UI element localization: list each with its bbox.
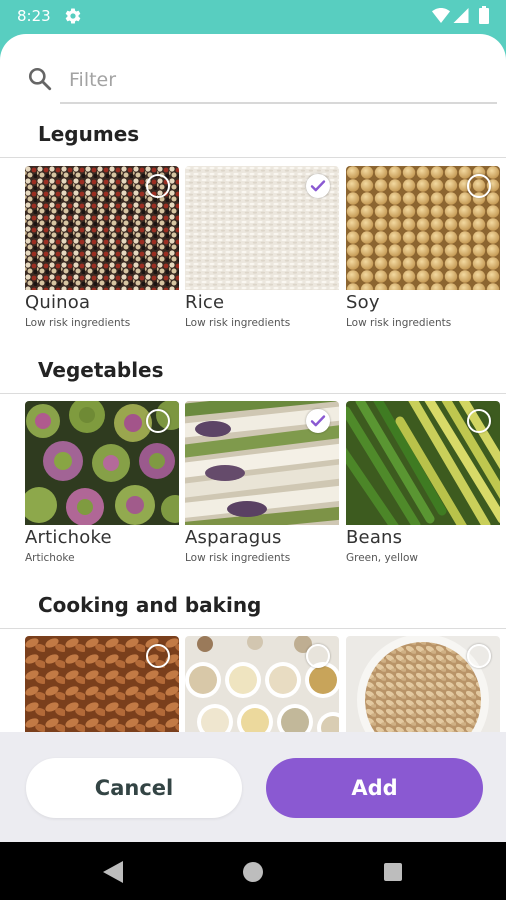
card-artichoke[interactable]: Artichoke Artichoke <box>25 401 179 596</box>
bottom-sheet: Legumes Quinoa Low risk ingre <box>0 34 506 842</box>
divider <box>0 157 506 158</box>
check-icon <box>310 415 326 427</box>
card-title: Soy <box>346 292 380 313</box>
status-time: 8:23 <box>17 7 51 25</box>
card-title: Artichoke <box>25 527 112 548</box>
card-asparagus[interactable]: Asparagus Low risk ingredients <box>185 401 339 596</box>
select-checkbox[interactable] <box>146 409 170 433</box>
card-subtitle: Low risk ingredients <box>185 317 291 329</box>
select-checkbox[interactable] <box>467 174 491 198</box>
gear-icon <box>65 8 81 24</box>
wifi-icon <box>432 8 450 23</box>
card-quinoa[interactable]: Quinoa Low risk ingredients <box>25 166 179 361</box>
search-input[interactable] <box>60 58 497 104</box>
cancel-button[interactable]: Cancel <box>26 758 242 818</box>
section-title-legumes: Legumes <box>38 122 140 146</box>
section-title-cooking-and-baking: Cooking and baking <box>38 593 262 617</box>
recents-icon[interactable] <box>384 863 402 881</box>
card-subtitle: Low risk ingredients <box>346 317 452 329</box>
card-subtitle: Low risk ingredients <box>25 317 131 329</box>
select-checkbox[interactable] <box>467 644 491 668</box>
card-title: Asparagus <box>185 527 282 548</box>
divider <box>0 628 506 629</box>
select-checkbox[interactable] <box>306 644 330 668</box>
navigation-bar <box>0 842 506 900</box>
signal-icon <box>453 8 469 23</box>
card-title: Quinoa <box>25 292 91 313</box>
action-bar: Cancel Add <box>0 732 506 842</box>
section-title-vegetables: Vegetables <box>38 358 164 382</box>
search-icon <box>28 67 52 91</box>
status-bar: 8:23 <box>0 0 506 34</box>
card-beans[interactable]: Beans Green, yellow <box>346 401 500 596</box>
divider <box>0 393 506 394</box>
select-checkbox[interactable] <box>146 644 170 668</box>
card-soy[interactable]: Soy Low risk ingredients <box>346 166 500 361</box>
select-checkbox[interactable] <box>146 174 170 198</box>
back-icon[interactable] <box>103 861 123 883</box>
home-icon[interactable] <box>243 862 263 882</box>
card-subtitle: Green, yellow <box>346 552 418 564</box>
battery-icon <box>479 6 489 24</box>
add-button[interactable]: Add <box>266 758 483 818</box>
select-checkbox[interactable] <box>467 409 491 433</box>
card-subtitle: Artichoke <box>25 552 75 564</box>
check-icon <box>310 180 326 192</box>
select-checkbox[interactable] <box>306 174 330 198</box>
select-checkbox[interactable] <box>306 409 330 433</box>
card-title: Beans <box>346 527 403 548</box>
card-rice[interactable]: Rice Low risk ingredients <box>185 166 339 361</box>
card-subtitle: Low risk ingredients <box>185 552 291 564</box>
search-bar <box>0 34 506 112</box>
card-title: Rice <box>185 292 225 313</box>
